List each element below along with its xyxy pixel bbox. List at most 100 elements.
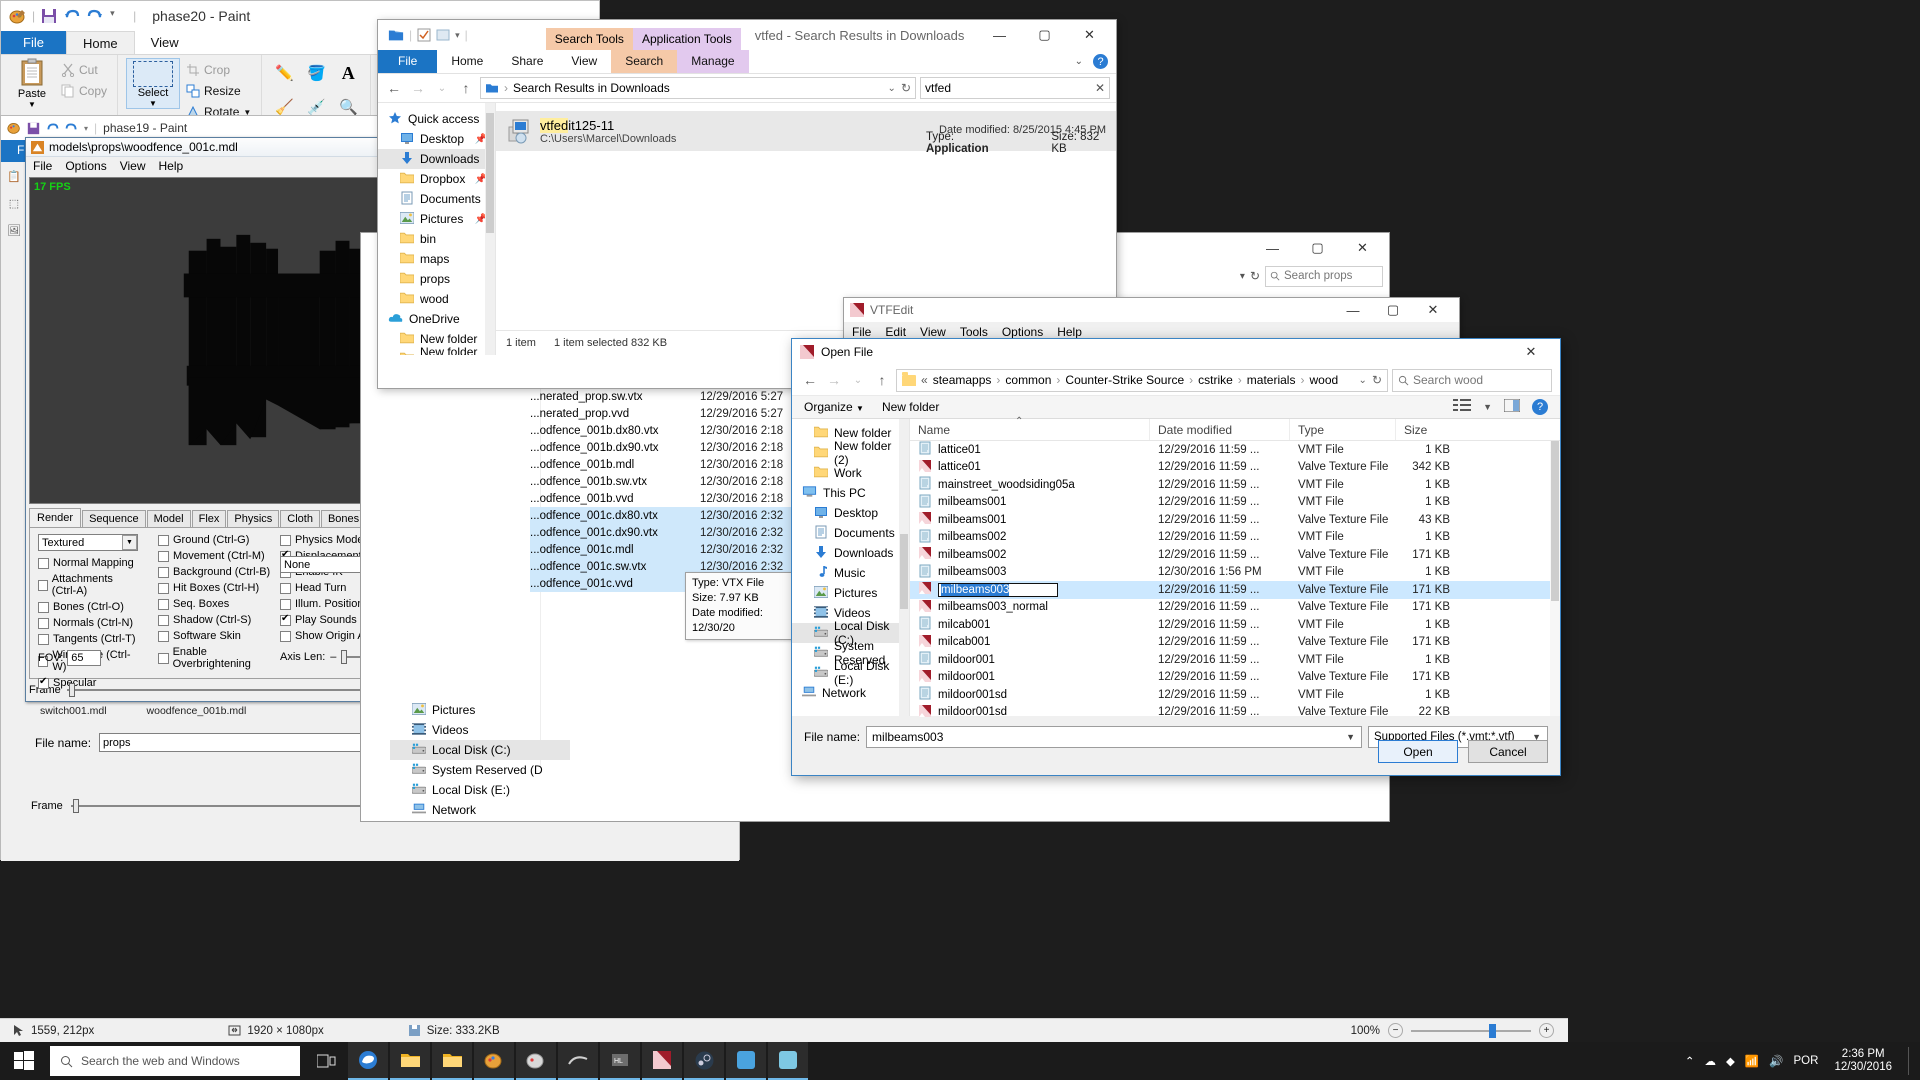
qat-dropdown-icon[interactable]: ▾	[110, 8, 127, 25]
text-icon[interactable]: A	[342, 63, 355, 84]
sidebar-item-onedrive[interactable]: OneDrive	[378, 309, 495, 329]
dialog-sidebar-item-new-folder-2[interactable]: New folder (2)	[792, 439, 909, 467]
file-row[interactable]: milbeams003 12/29/2016 11:59 ... Valve Tex…	[910, 581, 1560, 599]
explorer-search-titlebar[interactable]: | ▾ | Search Tools Application Tools vtf…	[378, 20, 1116, 50]
props-sidebar-item-local-disk-e[interactable]: Local Disk (E:)	[390, 780, 570, 800]
select-button[interactable]: Select ▼	[126, 58, 181, 109]
render-check-seq-boxes[interactable]: Seq. Boxes	[158, 598, 283, 610]
properties-icon[interactable]	[417, 28, 431, 42]
task-view-icon[interactable]	[306, 1042, 346, 1080]
props-sidebar-item-videos[interactable]: Videos	[390, 720, 570, 740]
forward-button[interactable]: →	[408, 80, 428, 96]
breadcrumb[interactable]: › Search Results in Downloads ⌄ ↻	[480, 77, 916, 99]
tray-language[interactable]: POR	[1794, 1055, 1819, 1067]
taskbar-paint2-icon[interactable]	[516, 1042, 556, 1080]
taskbar-hlmv-icon[interactable]	[558, 1042, 598, 1080]
help-icon-dialog[interactable]: ?	[1532, 399, 1548, 415]
props-file-row[interactable]: ...odfence_001b.vvd 12/30/2016 2:18	[530, 490, 810, 507]
file-row[interactable]: lattice01 12/29/2016 11:59 ... VMT File 1 K…	[910, 441, 1560, 459]
sidebar-item-bin[interactable]: bin	[378, 229, 495, 249]
forward-button-dialog[interactable]: →	[824, 372, 844, 388]
render-check-normals-ctrl-n[interactable]: Normals (Ctrl-N)	[38, 617, 138, 629]
taskbar-explorer-icon[interactable]	[390, 1042, 430, 1080]
redo-icon[interactable]	[87, 8, 104, 25]
render-mode-dropdown[interactable]: Textured ▼	[38, 534, 138, 551]
checkbox-icon[interactable]	[38, 557, 49, 569]
tray-onedrive-icon[interactable]: ☁	[1705, 1054, 1717, 1068]
taskbar-edge-icon[interactable]	[348, 1042, 388, 1080]
file-row[interactable]: milbeams002 12/29/2016 11:59 ... Valve Tex…	[910, 546, 1560, 564]
select-dropdown-icon[interactable]: ▼	[149, 99, 157, 108]
ribbon-tab-file[interactable]: File	[378, 50, 438, 73]
tab-file[interactable]: File	[1, 31, 66, 54]
nav-scrollbar[interactable]	[485, 103, 495, 355]
vtfedit-titlebar[interactable]: VTFEdit — ▢ ✕	[844, 298, 1459, 322]
menu-file[interactable]: File	[33, 159, 52, 173]
crumb-wood[interactable]: wood	[1309, 373, 1338, 387]
taskbar-app-icons[interactable]: HL	[306, 1042, 808, 1080]
paste-dropdown-icon[interactable]: ▼	[28, 100, 36, 109]
color-picker-icon[interactable]: 💉	[307, 98, 326, 116]
tab-render[interactable]: Render	[29, 508, 82, 527]
checkbox-icon[interactable]	[280, 598, 291, 610]
taskbar-steam-icon[interactable]	[684, 1042, 724, 1080]
render-check-bones-ctrl-o[interactable]: Bones (Ctrl-O)	[38, 601, 138, 613]
sidebar-item-documents[interactable]: Documents📌	[378, 189, 495, 209]
show-desktop-button[interactable]	[1908, 1047, 1912, 1075]
refresh-icon[interactable]: ↻	[901, 81, 911, 95]
file-row[interactable]: milbeams003_normal 12/29/2016 11:59 ... Va…	[910, 599, 1560, 617]
render-check-attachments-ctrl-a[interactable]: Attachments (Ctrl-A)	[38, 573, 138, 597]
open-file-list[interactable]: Name ⌃ Date modified Type Size lattice01…	[910, 416, 1560, 718]
open-file-dialog[interactable]: Open File ✕ ← → ⌄ ↑ « steamapps › common ›…	[791, 338, 1561, 776]
explorer-nav-pane[interactable]: Quick accessDesktop📌Downloads📌Dropbox📌Do…	[378, 103, 496, 355]
file-row[interactable]: mainstreet_woodsiding05a 12/29/2016 11:59…	[910, 476, 1560, 494]
pencil-icon[interactable]: ✏️	[275, 64, 294, 82]
refresh-icon-dialog[interactable]: ↻	[1372, 373, 1382, 387]
view-dropdown-icon[interactable]: ▼	[1483, 402, 1492, 412]
column-type[interactable]: Type	[1290, 419, 1396, 440]
checkbox-icon[interactable]	[280, 630, 291, 642]
recent-locations-icon[interactable]: ⌄	[432, 83, 452, 94]
refresh-icon-props[interactable]: ↻	[1250, 269, 1260, 283]
system-tray[interactable]: ⌃ ☁ ◆ 📶 🔊 POR 2:36 PM 12/30/2016	[1685, 1047, 1920, 1075]
crumb-css[interactable]: Counter-Strike Source	[1065, 373, 1184, 387]
view-layout-icon[interactable]	[1453, 399, 1472, 415]
save-icon[interactable]	[41, 8, 58, 25]
checkbox-icon[interactable]	[38, 633, 49, 645]
props-file-row[interactable]: ...odfence_001b.mdl 12/30/2016 2:18	[530, 456, 810, 473]
checkbox-icon[interactable]	[158, 566, 169, 578]
props-sidebar-item-local-disk-c[interactable]: Local Disk (C:)	[390, 740, 570, 760]
chevron-down-icon[interactable]: ▼	[122, 535, 137, 550]
zoom-in-button[interactable]: +	[1539, 1023, 1554, 1038]
tray-volume-icon[interactable]: 🔊	[1769, 1054, 1783, 1068]
file-row[interactable]: milcab001 12/29/2016 11:59 ... Valve Textu…	[910, 634, 1560, 652]
vtfedit-menu-options[interactable]: Options	[1002, 325, 1043, 339]
props-sidebar-item-system-reserved-d[interactable]: System Reserved (D	[390, 760, 570, 780]
dialog-sidebar-item-music[interactable]: Music	[792, 563, 909, 583]
qat-dropdown-icon-front[interactable]: ▾	[84, 124, 88, 133]
zoom-slider[interactable]	[1411, 1023, 1531, 1038]
checkbox-icon[interactable]	[158, 598, 169, 610]
file-row[interactable]: mildoor001 12/29/2016 11:59 ... VMT File 1 …	[910, 651, 1560, 669]
maximize-button-explorer[interactable]: ▢	[1022, 21, 1067, 50]
taskbar[interactable]: Search the web and Windows HL ⌃ ☁ ◆ 📶 🔊 …	[0, 1042, 1920, 1080]
checkbox-icon[interactable]	[158, 550, 169, 562]
explorer-props-nav-lower[interactable]: Pictures Videos Local Disk (C:) System Rese…	[390, 700, 570, 820]
back-button-dialog[interactable]: ←	[800, 372, 820, 388]
new-folder-button[interactable]: New folder	[882, 400, 939, 414]
breadcrumb-dropdown-icon-dialog[interactable]: ⌄	[1359, 375, 1367, 386]
vtfedit-menu-tools[interactable]: Tools	[960, 325, 988, 339]
render-check-normal-mapping[interactable]: Normal Mapping	[38, 557, 138, 569]
start-button[interactable]	[0, 1042, 48, 1080]
checkbox-icon[interactable]	[158, 582, 169, 594]
axis-len-minus[interactable]: –	[330, 651, 336, 663]
render-check-ground-ctrl-g[interactable]: Ground (Ctrl-G)	[158, 534, 283, 546]
minimize-button-props[interactable]: —	[1250, 234, 1295, 263]
taskbar-explorer2-icon[interactable]	[432, 1042, 472, 1080]
close-button-explorer[interactable]: ✕	[1067, 21, 1112, 50]
crop-button[interactable]: Crop	[184, 62, 253, 78]
checkbox-icon[interactable]	[38, 676, 49, 689]
undo-icon[interactable]	[64, 8, 81, 25]
eraser-icon[interactable]: 🧹	[275, 98, 294, 116]
file-name-input[interactable]: milbeams003 ▼	[866, 726, 1362, 748]
